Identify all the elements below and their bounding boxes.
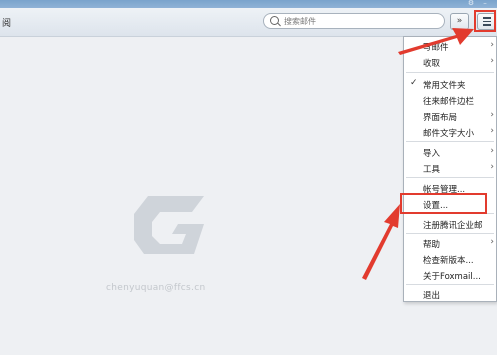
red-arrow-icon xyxy=(398,28,474,55)
red-arrow-icon xyxy=(362,204,400,280)
annotation-arrows xyxy=(362,28,474,280)
